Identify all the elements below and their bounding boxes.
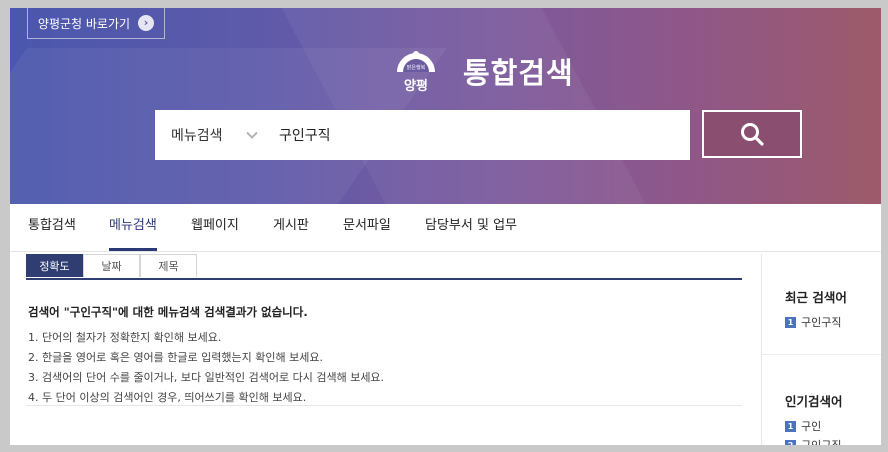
popular-search-term: 구인 <box>801 420 822 433</box>
search-icon <box>741 123 764 146</box>
rank-badge: 1 <box>785 420 796 432</box>
yangpyeong-logo: 맑은행복 양평 <box>392 45 440 94</box>
divider <box>762 354 881 355</box>
tab-document-files[interactable]: 문서파일 <box>343 204 391 251</box>
tab-integrated-search[interactable]: 통합검색 <box>28 204 76 251</box>
no-result-message: 검색어 "구인구직"에 대한 메뉴검색 검색결과가 없습니다. <box>28 305 308 319</box>
search-tip: 1. 단어의 철자가 정확한지 확인해 보세요. <box>28 331 222 344</box>
recent-searches-title: 최근 검색어 <box>785 290 847 305</box>
tab-menu-search[interactable]: 메뉴검색 <box>109 204 157 251</box>
recent-search-item[interactable]: 1 구인구직 <box>785 314 841 330</box>
logo-emblem-icon: 맑은행복 양평 <box>397 51 435 94</box>
rank-badge: 2 <box>785 439 796 445</box>
popular-searches-title: 인기검색어 <box>785 394 843 409</box>
popular-search-item[interactable]: 2 구인구직 <box>785 437 841 445</box>
search-button[interactable] <box>702 110 802 158</box>
search-header: 양평군청 바로가기 › 맑은행복 양평 통합검색 메뉴검색 <box>10 8 881 204</box>
sort-options: 정확도 날짜 제목 <box>26 254 742 280</box>
sort-title[interactable]: 제목 <box>140 254 197 277</box>
search-tips-list: 1. 단어의 철자가 정확한지 확인해 보세요. 2. 한글을 영어로 혹은 영… <box>28 328 384 408</box>
sort-accuracy[interactable]: 정확도 <box>26 254 83 277</box>
divider <box>26 405 742 406</box>
tab-department-and-duties[interactable]: 담당부서 및 업무 <box>425 204 517 251</box>
popular-search-item[interactable]: 1 구인 <box>785 418 821 434</box>
search-category-tabs: 통합검색 메뉴검색 웹페이지 게시판 문서파일 담당부서 및 업무 <box>10 204 881 252</box>
search-tip: 3. 검색어의 단어 수를 줄이거나, 보다 일반적인 검색어로 다시 검색해 … <box>28 371 385 384</box>
county-office-shortcut-link[interactable]: 양평군청 바로가기 › <box>27 8 165 39</box>
popular-search-term: 구인구직 <box>801 437 841 445</box>
search-input[interactable] <box>267 120 659 150</box>
tab-web-pages[interactable]: 웹페이지 <box>191 204 239 251</box>
svg-text:맑은행복: 맑은행복 <box>407 64 426 71</box>
svg-text:양평: 양평 <box>404 78 428 93</box>
rank-badge: 1 <box>785 316 796 328</box>
page-frame: 양평군청 바로가기 › 맑은행복 양평 통합검색 메뉴검색 구인구직 통합검색 … <box>10 8 881 445</box>
sort-date[interactable]: 날짜 <box>83 254 140 277</box>
chevron-right-icon: › <box>138 15 155 31</box>
search-scope-label: 메뉴검색 <box>171 128 223 144</box>
shortcut-label: 양평군청 바로가기 <box>37 16 131 31</box>
page-title: 통합검색 <box>463 56 574 90</box>
chevron-down-icon <box>245 131 258 139</box>
recent-search-term: 구인구직 <box>801 316 842 329</box>
tab-board[interactable]: 게시판 <box>273 204 309 251</box>
search-scope-dropdown[interactable]: 메뉴검색 <box>155 125 267 145</box>
search-bar: 메뉴검색 <box>155 110 690 160</box>
search-sidebar: 최근 검색어 1 구인구직 인기검색어 1 구인 2 구인구직 <box>761 254 881 445</box>
search-tip: 2. 한글을 영어로 혹은 영어를 한글로 입력했는지 확인해 보세요. <box>28 351 323 364</box>
